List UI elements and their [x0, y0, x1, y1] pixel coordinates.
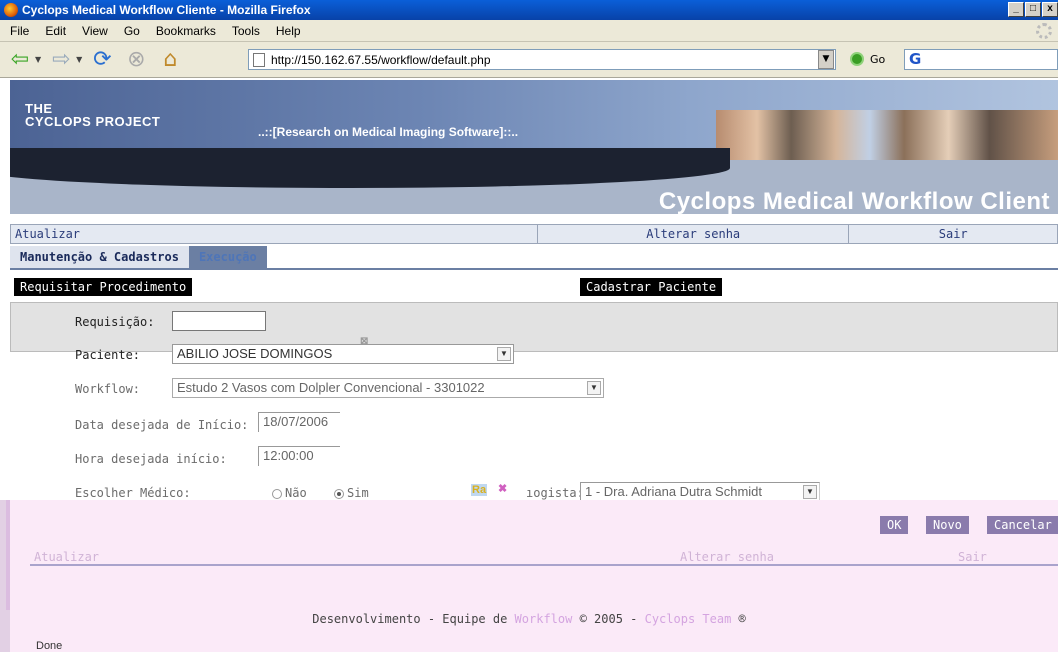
bottom-refresh-link[interactable]: Atualizar	[34, 550, 99, 564]
data-inicio-input[interactable]: 18/07/2006	[258, 412, 340, 432]
maximize-button[interactable]: □	[1025, 2, 1041, 17]
back-dropdown-icon[interactable]: ▼	[35, 55, 41, 64]
firefox-icon	[4, 3, 18, 17]
novo-button[interactable]: Novo	[926, 516, 969, 534]
refresh-link[interactable]: Atualizar	[11, 225, 538, 243]
menu-file[interactable]: File	[2, 24, 37, 38]
radio-sim-label: Sim	[347, 486, 369, 500]
radiologista-select[interactable]: 1 - Dra. Adriana Dutra Schmidt ▼	[580, 482, 820, 502]
close-button[interactable]: x	[1042, 2, 1058, 17]
banner-photos	[716, 110, 1058, 162]
data-inicio-label: Data desejada de Início:	[75, 418, 249, 432]
app-title: Cyclops Medical Workflow Client	[658, 188, 1050, 214]
bottom-logout-link[interactable]: Sair	[958, 550, 987, 564]
footer-prefix: Desenvolvimento - Equipe de	[312, 612, 515, 626]
reload-icon[interactable]: ⟳	[88, 47, 116, 73]
tab-execution[interactable]: Execução	[188, 246, 267, 268]
chevron-down-icon: ▼	[497, 347, 511, 361]
window-title-bar: Cyclops Medical Workflow Cliente - Mozil…	[0, 0, 1058, 20]
status-bar-text: Done	[36, 640, 63, 652]
hora-inicio-label: Hora desejada início:	[75, 452, 227, 466]
url-text: http://150.162.67.55/workflow/default.ph…	[271, 52, 491, 67]
stop-icon[interactable]: ⊗	[122, 47, 150, 73]
url-dropdown-icon[interactable]: ▼	[818, 50, 834, 69]
site-logo: THE CYCLOPS PROJECT	[25, 102, 160, 128]
workflow-value: Estudo 2 Vasos com Dolpler Convencional …	[177, 380, 485, 395]
change-password-link[interactable]: Alterar senha	[538, 225, 850, 243]
banner-tagline: ..::[Research on Medical Imaging Softwar…	[258, 125, 519, 139]
home-icon[interactable]: ⌂	[156, 47, 184, 73]
menu-bookmarks[interactable]: Bookmarks	[148, 24, 224, 38]
footer-workflow-link[interactable]: Workflow	[515, 612, 573, 626]
paciente-value: ABILIO JOSE DOMINGOS	[177, 346, 333, 361]
google-icon: G	[909, 50, 922, 68]
window-controls: _ □ x	[1007, 2, 1058, 17]
url-input[interactable]: http://150.162.67.55/workflow/default.ph…	[248, 49, 836, 70]
menu-tools[interactable]: Tools	[224, 24, 268, 38]
logout-link[interactable]: Sair	[849, 225, 1057, 243]
footer-middle: © 2005 -	[572, 612, 645, 626]
artifact-icon: ⊠	[360, 336, 369, 347]
site-banner: THE CYCLOPS PROJECT ..::[Research on Med…	[10, 80, 1058, 214]
workflow-label: Workflow:	[75, 382, 141, 396]
throbber-icon	[1036, 23, 1052, 39]
menu-bar: File Edit View Go Bookmarks Tools Help	[0, 20, 1058, 42]
menu-view[interactable]: View	[74, 24, 116, 38]
medico-label: Escolher Médico:	[75, 486, 191, 500]
search-input[interactable]: G	[904, 49, 1058, 70]
window-title: Cyclops Medical Workflow Cliente - Mozil…	[22, 3, 311, 17]
form-panel	[10, 302, 1058, 352]
radio-nao-label: Não	[285, 486, 307, 500]
register-patient-button[interactable]: Cadastrar Paciente	[580, 278, 723, 296]
top-link-bar: Atualizar Alterar senha Sair	[10, 224, 1058, 244]
radio-sim[interactable]: Sim	[334, 486, 369, 500]
artifact-icon: ✖	[498, 483, 508, 495]
page-icon	[253, 52, 265, 67]
menu-help[interactable]: Help	[268, 24, 309, 38]
paciente-select[interactable]: ABILIO JOSE DOMINGOS ▼	[172, 344, 514, 364]
go-label: Go	[870, 52, 886, 66]
radiologista-value: 1 - Dra. Adriana Dutra Schmidt	[585, 484, 763, 499]
paciente-label: Paciente:	[75, 348, 141, 362]
radio-nao-icon	[272, 488, 282, 499]
page-footer: Desenvolvimento - Equipe de Workflow © 2…	[0, 612, 1058, 626]
navigation-toolbar: ⇦ ▼ ⇨ ▼ ⟳ ⊗ ⌂ http://150.162.67.55/workf…	[0, 42, 1058, 78]
chevron-down-icon: ▼	[803, 485, 817, 499]
radio-nao[interactable]: Não	[272, 486, 307, 500]
chevron-down-icon: ▼	[587, 381, 601, 395]
menu-edit[interactable]: Edit	[37, 24, 74, 38]
logo-line2: CYCLOPS PROJECT	[25, 114, 161, 129]
bottom-link-bar: Atualizar Alterar senha Sair	[30, 548, 1058, 566]
artifact-icon: Ra	[471, 484, 488, 496]
request-procedure-button[interactable]: Requisitar Procedimento	[14, 278, 193, 296]
requisicao-label: Requisição:	[75, 315, 155, 329]
cancelar-button[interactable]: Cancelar	[987, 516, 1058, 534]
workflow-select[interactable]: Estudo 2 Vasos com Dolpler Convencional …	[172, 378, 604, 398]
hora-inicio-input[interactable]: 12:00:00	[258, 446, 340, 466]
radiologista-label: ıogista:	[526, 486, 584, 500]
footer-suffix: ®	[731, 612, 746, 626]
footer-team-link[interactable]: Cyclops Team	[645, 612, 732, 626]
requisicao-input[interactable]	[172, 311, 266, 331]
forward-dropdown-icon[interactable]: ▼	[76, 55, 82, 64]
go-icon	[850, 52, 864, 66]
go-button[interactable]: Go	[850, 52, 885, 66]
left-strip-edge	[6, 500, 10, 610]
forward-icon[interactable]: ⇨	[47, 47, 75, 73]
radio-sim-icon	[334, 488, 344, 499]
menu-go[interactable]: Go	[116, 24, 148, 38]
main-tabs: Manutenção & Cadastros Execução	[10, 246, 1058, 270]
tab-maintenance[interactable]: Manutenção & Cadastros	[10, 246, 189, 268]
bottom-change-password-link[interactable]: Alterar senha	[680, 550, 774, 564]
ok-button[interactable]: OK	[880, 516, 909, 534]
minimize-button[interactable]: _	[1008, 2, 1024, 17]
action-bar: Requisitar Procedimento Cadastrar Pacien…	[10, 276, 1058, 298]
back-icon[interactable]: ⇦	[6, 47, 34, 73]
